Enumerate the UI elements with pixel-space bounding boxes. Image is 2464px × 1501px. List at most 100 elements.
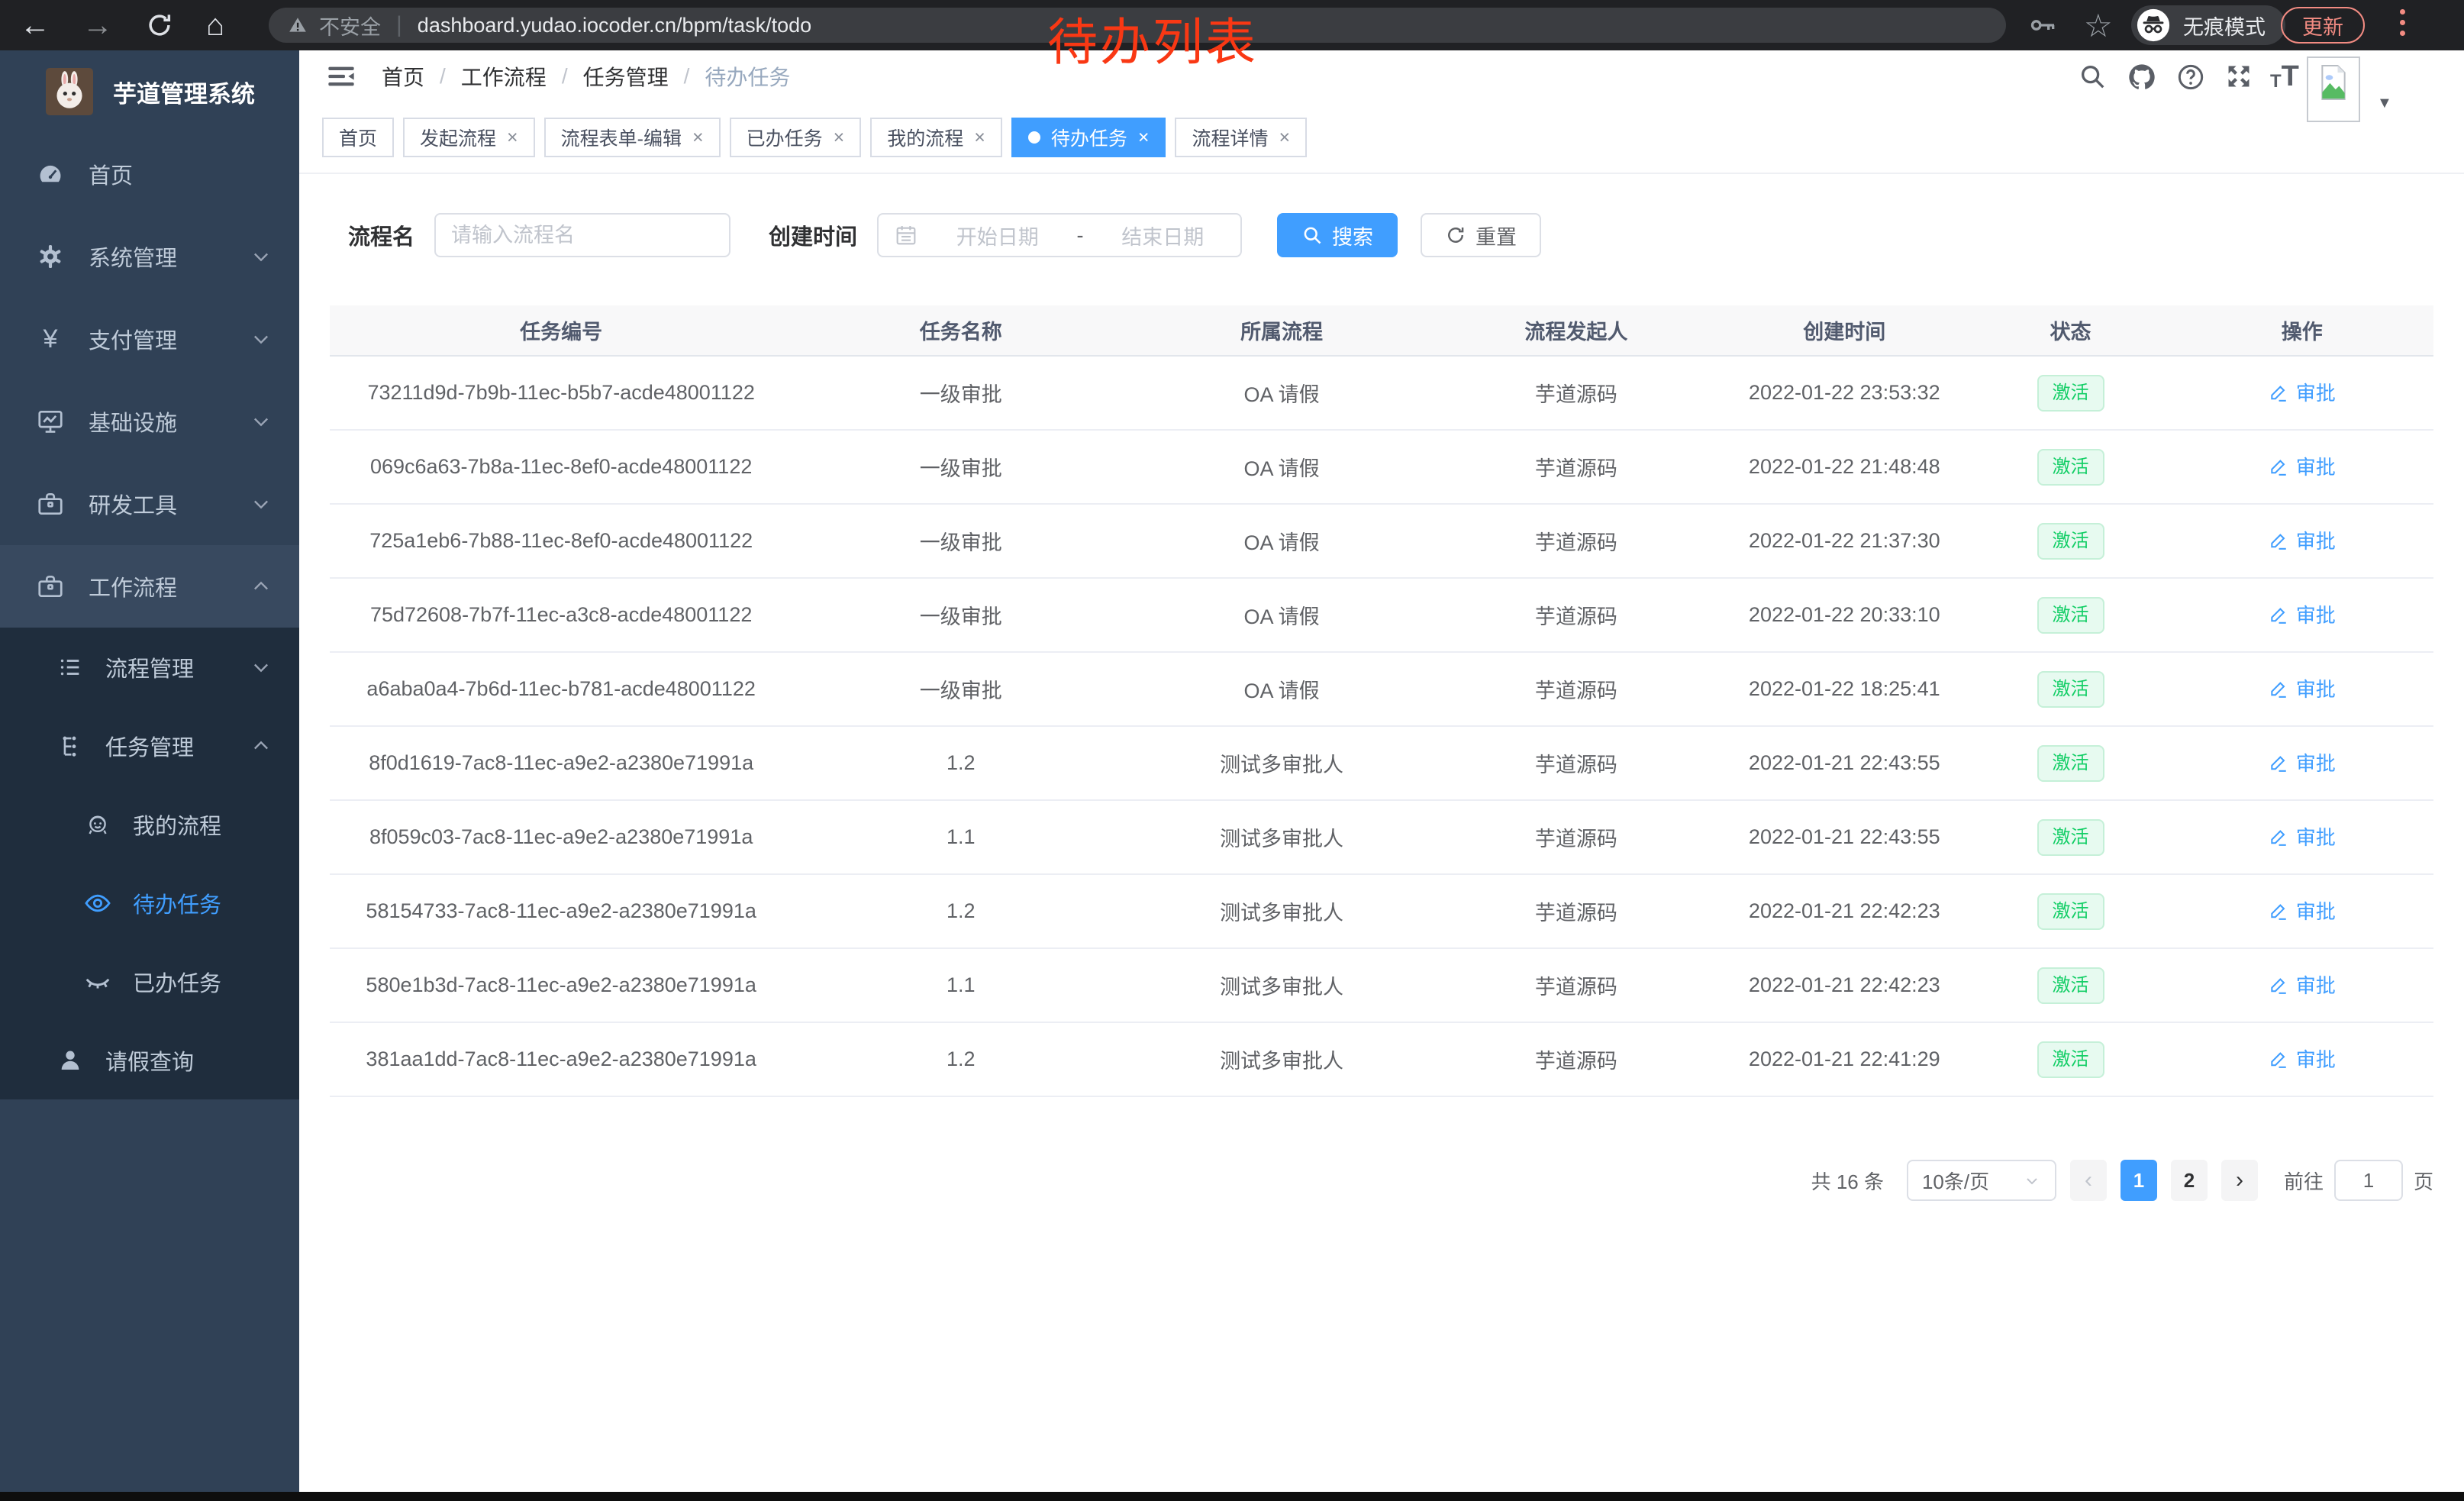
app-logo[interactable]: 芋道管理系统 [0,50,299,133]
sidebar-item-process-mgmt[interactable]: 流程管理 [0,628,299,706]
sidebar-item-done-tasks[interactable]: 已办任务 [0,942,299,1021]
action-cell: 审批 [2170,800,2433,874]
sidebar-item-infra[interactable]: 基础设施 [0,380,299,463]
sidebar-item-workflow[interactable]: 工作流程 [0,545,299,628]
sidebar-collapse-icon[interactable] [325,61,357,92]
sidebar-item-todo-tasks[interactable]: 待办任务 [0,863,299,942]
create-time-cell: 2022-01-22 20:33:10 [1718,578,1971,652]
approve-link[interactable]: 审批 [2269,970,2336,999]
next-page-button[interactable]: › [2221,1160,2258,1201]
bookmark-star-icon[interactable]: ☆ [2084,0,2113,50]
sidebar: 芋道管理系统 首页 系统管理 [0,50,299,1492]
browser-home-icon[interactable]: ⌂ [206,10,224,40]
approve-link[interactable]: 审批 [2269,1044,2336,1073]
sidebar-item-system[interactable]: 系统管理 [0,215,299,298]
sidebar-item-leave-query[interactable]: 请假查询 [0,1021,299,1099]
chevron-down-icon [250,411,272,432]
approve-link[interactable]: 审批 [2269,378,2336,406]
table-header-row: 任务编号 任务名称 所属流程 流程发起人 创建时间 状态 操作 [330,305,2433,356]
close-icon[interactable]: × [692,127,704,149]
url-text: dashboard.yudao.iocoder.cn/bpm/task/todo [418,14,811,37]
sidebar-item-payment[interactable]: ¥ 支付管理 [0,298,299,380]
tab-process-detail[interactable]: 流程详情 × [1175,118,1307,157]
browser-reload-icon[interactable] [145,11,174,40]
key-icon[interactable] [2027,0,2058,50]
starter-cell: 芋道源码 [1434,504,1718,578]
status-cell: 激活 [1971,800,2171,874]
browser-update-button[interactable]: 更新 [2281,7,2365,44]
tab-home[interactable]: 首页 [322,118,394,157]
approve-link[interactable]: 审批 [2269,822,2336,851]
breadcrumb-home[interactable]: 首页 [382,61,424,92]
chevron-down-icon [250,493,272,515]
dashboard-icon [35,160,66,189]
tree-icon [55,733,85,759]
browser-back-icon[interactable]: ← [20,10,50,40]
tab-done-tasks[interactable]: 已办任务 × [730,118,862,157]
breadcrumb: 首页 / 工作流程 / 任务管理 / 待办任务 [382,50,790,102]
sidebar-item-my-process[interactable]: 我的流程 [0,785,299,863]
close-icon[interactable]: × [507,127,518,149]
sidebar-item-label: 待办任务 [133,887,276,919]
breadcrumb-task-mgmt[interactable]: 任务管理 [583,61,669,92]
process-name-input[interactable] [434,213,730,257]
col-actions: 操作 [2170,305,2433,356]
close-icon[interactable]: × [1279,127,1290,149]
avatar[interactable] [2307,56,2360,122]
col-create-time: 创建时间 [1718,305,1971,356]
close-icon[interactable]: × [974,127,985,149]
prev-page-button[interactable]: ‹ [2070,1160,2107,1201]
task-name-cell: 一级审批 [792,578,1129,652]
action-cell: 审批 [2170,430,2433,504]
sidebar-item-home[interactable]: 首页 [0,133,299,215]
task-name-cell: 1.2 [792,726,1129,800]
fullscreen-icon[interactable] [2224,62,2253,91]
tab-form-edit[interactable]: 流程表单-编辑 × [544,118,721,157]
tab-todo-tasks[interactable]: 待办任务 × [1011,118,1166,157]
approve-link[interactable]: 审批 [2269,452,2336,480]
action-cell: 审批 [2170,504,2433,578]
edit-pencil-icon [2269,975,2288,995]
page-button-1[interactable]: 1 [2121,1160,2157,1201]
search-button[interactable]: 搜索 [1277,213,1398,257]
approve-link[interactable]: 审批 [2269,748,2336,776]
help-icon[interactable] [2175,62,2206,92]
pagination: 共 16 条 10条/页 ‹ 1 2 › 前往 页 [1811,1159,2433,1202]
page-button-2[interactable]: 2 [2171,1160,2208,1201]
create-time-cell: 2022-01-21 22:43:55 [1718,726,1971,800]
sidebar-item-devtools[interactable]: 研发工具 [0,463,299,545]
task-id-cell: 069c6a63-7b8a-11ec-8ef0-acde48001122 [330,430,792,504]
task-id-cell: 580e1b3d-7ac8-11ec-a9e2-a2380e71991a [330,948,792,1022]
close-icon[interactable]: × [1138,127,1150,149]
sidebar-item-label: 系统管理 [89,240,250,273]
reset-button[interactable]: 重置 [1421,213,1541,257]
close-icon[interactable]: × [834,127,845,149]
search-icon[interactable] [2078,62,2107,91]
starter-cell: 芋道源码 [1434,800,1718,874]
edit-pencil-icon [2269,901,2288,921]
browser-menu-icon[interactable] [2398,9,2406,36]
approve-link[interactable]: 审批 [2269,526,2336,554]
approve-link[interactable]: 审批 [2269,896,2336,925]
goto-page-input[interactable] [2334,1160,2403,1201]
status-badge: 激活 [2037,819,2104,856]
approve-link[interactable]: 审批 [2269,600,2336,628]
process-cell: 测试多审批人 [1129,800,1434,874]
sidebar-item-task-mgmt[interactable]: 任务管理 [0,706,299,785]
sidebar-item-label: 工作流程 [89,570,250,602]
tab-my-process[interactable]: 我的流程 × [870,118,1002,157]
yen-icon: ¥ [35,326,66,352]
date-range-picker[interactable]: 开始日期 - 结束日期 [877,213,1242,257]
github-icon[interactable] [2127,62,2157,92]
approve-link[interactable]: 审批 [2269,674,2336,702]
sidebar-item-label: 我的流程 [133,809,276,841]
breadcrumb-workflow[interactable]: 工作流程 [461,61,547,92]
tab-start-process[interactable]: 发起流程 × [403,118,535,157]
end-date-placeholder: 结束日期 [1101,221,1226,250]
status-cell: 激活 [1971,1022,2171,1096]
chevron-up-icon [250,735,272,757]
status-cell: 激活 [1971,874,2171,948]
browser-forward-icon[interactable]: → [82,10,113,40]
page-size-select[interactable]: 10条/页 [1907,1160,2056,1201]
font-size-icon[interactable]: TT [2270,62,2299,91]
